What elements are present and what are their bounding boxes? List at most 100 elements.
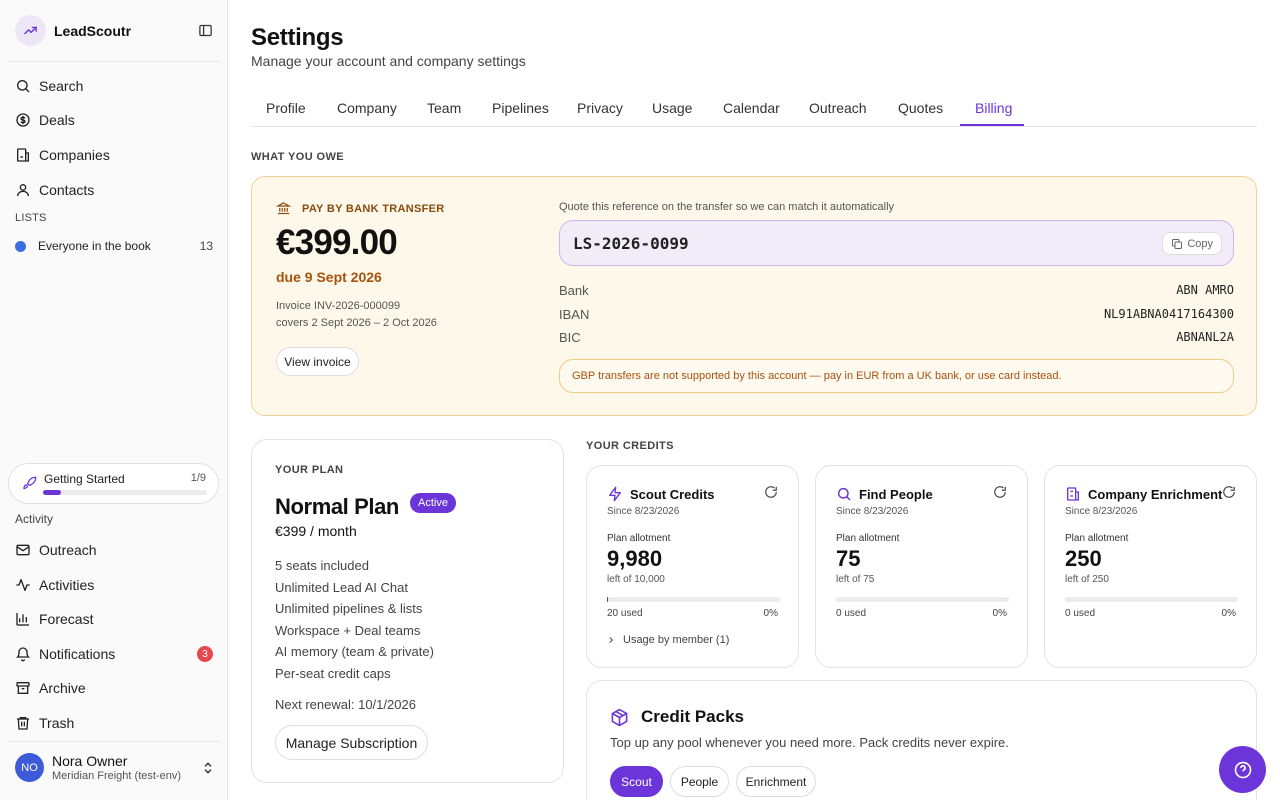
credit-pct: 0% [763,608,778,619]
getting-started-card[interactable]: Getting Started 1/9 [8,463,219,504]
tab-usage[interactable]: Usage [652,100,692,116]
sidebar: LeadScoutr Search Deals Companies Contac… [0,0,228,800]
pack-tab-scout[interactable]: Scout [610,766,663,797]
tab-outreach[interactable]: Outreach [809,100,867,116]
nav-label: Archive [39,680,86,696]
nav-label: Search [39,78,84,94]
list-item-everyone[interactable]: Everyone in the book 13 [15,239,213,253]
pack-tab-enrichment[interactable]: Enrichment [736,766,816,797]
nav-label: Companies [39,147,110,163]
manage-subscription-button[interactable]: Manage Subscription [275,725,428,760]
settings-tabs: Profile Company Team Pipelines Privacy U… [251,93,1257,127]
tab-calendar[interactable]: Calendar [723,100,780,116]
plan-features: 5 seats included Unlimited Lead AI Chat … [275,558,434,688]
nav-contacts[interactable]: Contacts [15,180,213,200]
currency-warning: GBP transfers are not supported by this … [559,359,1234,393]
tab-pipelines[interactable]: Pipelines [492,100,549,116]
credit-value: 250 [1065,546,1102,571]
help-button[interactable] [1219,746,1266,793]
bic-value: ABNANL2A [1176,330,1234,344]
section-label-owe: WHAT YOU OWE [251,151,344,163]
reference-hint: Quote this reference on the transfer so … [559,201,895,213]
list-color-dot [15,240,26,252]
nav-activities[interactable]: Activities [15,575,213,595]
bank-row: Bank ABN AMRO [559,283,1234,298]
user-name: Nora Owner [52,753,128,769]
credit-title: Find People [859,486,933,502]
nav-trash[interactable]: Trash [15,713,213,733]
credit-value: 9,980 [607,546,663,571]
feature-item: Per-seat credit caps [275,665,391,681]
user-menu[interactable]: NO Nora Owner Meridian Freight (test-env… [15,753,215,782]
building-icon [1067,487,1079,501]
section-label-credits: YOUR CREDITS [586,440,674,452]
credit-card-find-people: Find People Since 8/23/2026 Plan allotme… [815,465,1028,668]
nav-companies[interactable]: Companies [15,145,213,165]
help-icon [1234,761,1251,778]
credit-title: Scout Credits [630,486,715,502]
bic-label: BIC [559,330,581,345]
status-badge: Active [410,493,456,513]
payment-reference: LS-2026-0099 [573,234,689,253]
credit-left: left of 75 [836,574,875,585]
packs-subtitle: Top up any pool whenever you need more. … [610,735,1009,750]
feature-item: 5 seats included [275,558,369,573]
renewal-date: Next renewal: 10/1/2026 [275,697,416,712]
nav-deals[interactable]: Deals [15,110,213,130]
trash-icon [17,717,29,730]
tab-privacy[interactable]: Privacy [577,100,623,116]
active-tab-indicator [960,124,1024,126]
tab-team[interactable]: Team [427,100,461,116]
pay-method-label: PAY BY BANK TRANSFER [302,202,445,215]
brand[interactable]: LeadScoutr [15,15,131,46]
sidebar-toggle-icon[interactable] [198,23,213,38]
feature-item: Unlimited pipelines & lists [275,601,423,617]
tab-profile[interactable]: Profile [266,100,306,116]
iban-value: NL91ABNA0417164300 [1103,307,1234,321]
nav-label: Trash [39,715,75,731]
reference-box: LS-2026-0099 Copy [559,220,1234,266]
view-invoice-button[interactable]: View invoice [276,347,359,376]
nav-label: Forecast [39,611,94,627]
packs-title: Credit Packs [641,707,744,726]
progress-fill [43,490,62,495]
nav-label: Activities [39,577,95,593]
archive-icon [16,682,30,694]
credit-progress [607,597,780,602]
credit-value: 75 [836,546,861,571]
refresh-icon[interactable] [1222,485,1236,499]
iban-label: IBAN [559,307,590,322]
nav-forecast[interactable]: Forecast [15,609,213,629]
nav-label: Notifications [39,646,116,662]
nav-archive[interactable]: Archive [15,678,213,698]
bank-label: Bank [559,283,589,298]
credit-left: left of 10,000 [607,574,665,585]
credit-since: Since 8/23/2026 [836,506,909,517]
pack-tab-people[interactable]: People [670,766,729,797]
usage-by-member-toggle[interactable]: Usage by member (1) [607,634,729,646]
page-title: Settings [251,24,344,51]
copy-button[interactable]: Copy [1162,232,1222,255]
activity-label: Activity [15,512,54,526]
tab-quotes[interactable]: Quotes [898,100,943,116]
tab-billing[interactable]: Billing [975,100,1012,116]
due-date: due 9 Sept 2026 [276,269,382,285]
plan-card: YOUR PLAN Normal Plan Active €399 / mont… [251,439,564,783]
amount-due: €399.00 [276,223,398,262]
plan-price: €399 / month [275,523,357,539]
feature-item: AI memory (team & private) [275,644,434,660]
invoice-period: covers 2 Sept 2026 – 2 Oct 2026 [276,317,437,329]
tab-company[interactable]: Company [337,100,397,116]
credit-used: 0 used [836,608,867,619]
refresh-icon[interactable] [764,485,778,499]
credit-allot-label: Plan allotment [1065,533,1129,544]
list-count: 13 [199,239,213,253]
nav-outreach[interactable]: Outreach [15,540,213,560]
getting-started-label: Getting Started [44,472,125,486]
nav-label: Contacts [39,182,95,198]
refresh-icon[interactable] [993,485,1007,499]
credit-allot-label: Plan allotment [607,533,671,544]
credit-used: 0 used [1065,608,1096,619]
nav-search[interactable]: Search [15,76,213,96]
nav-notifications[interactable]: Notifications 3 [15,644,213,664]
